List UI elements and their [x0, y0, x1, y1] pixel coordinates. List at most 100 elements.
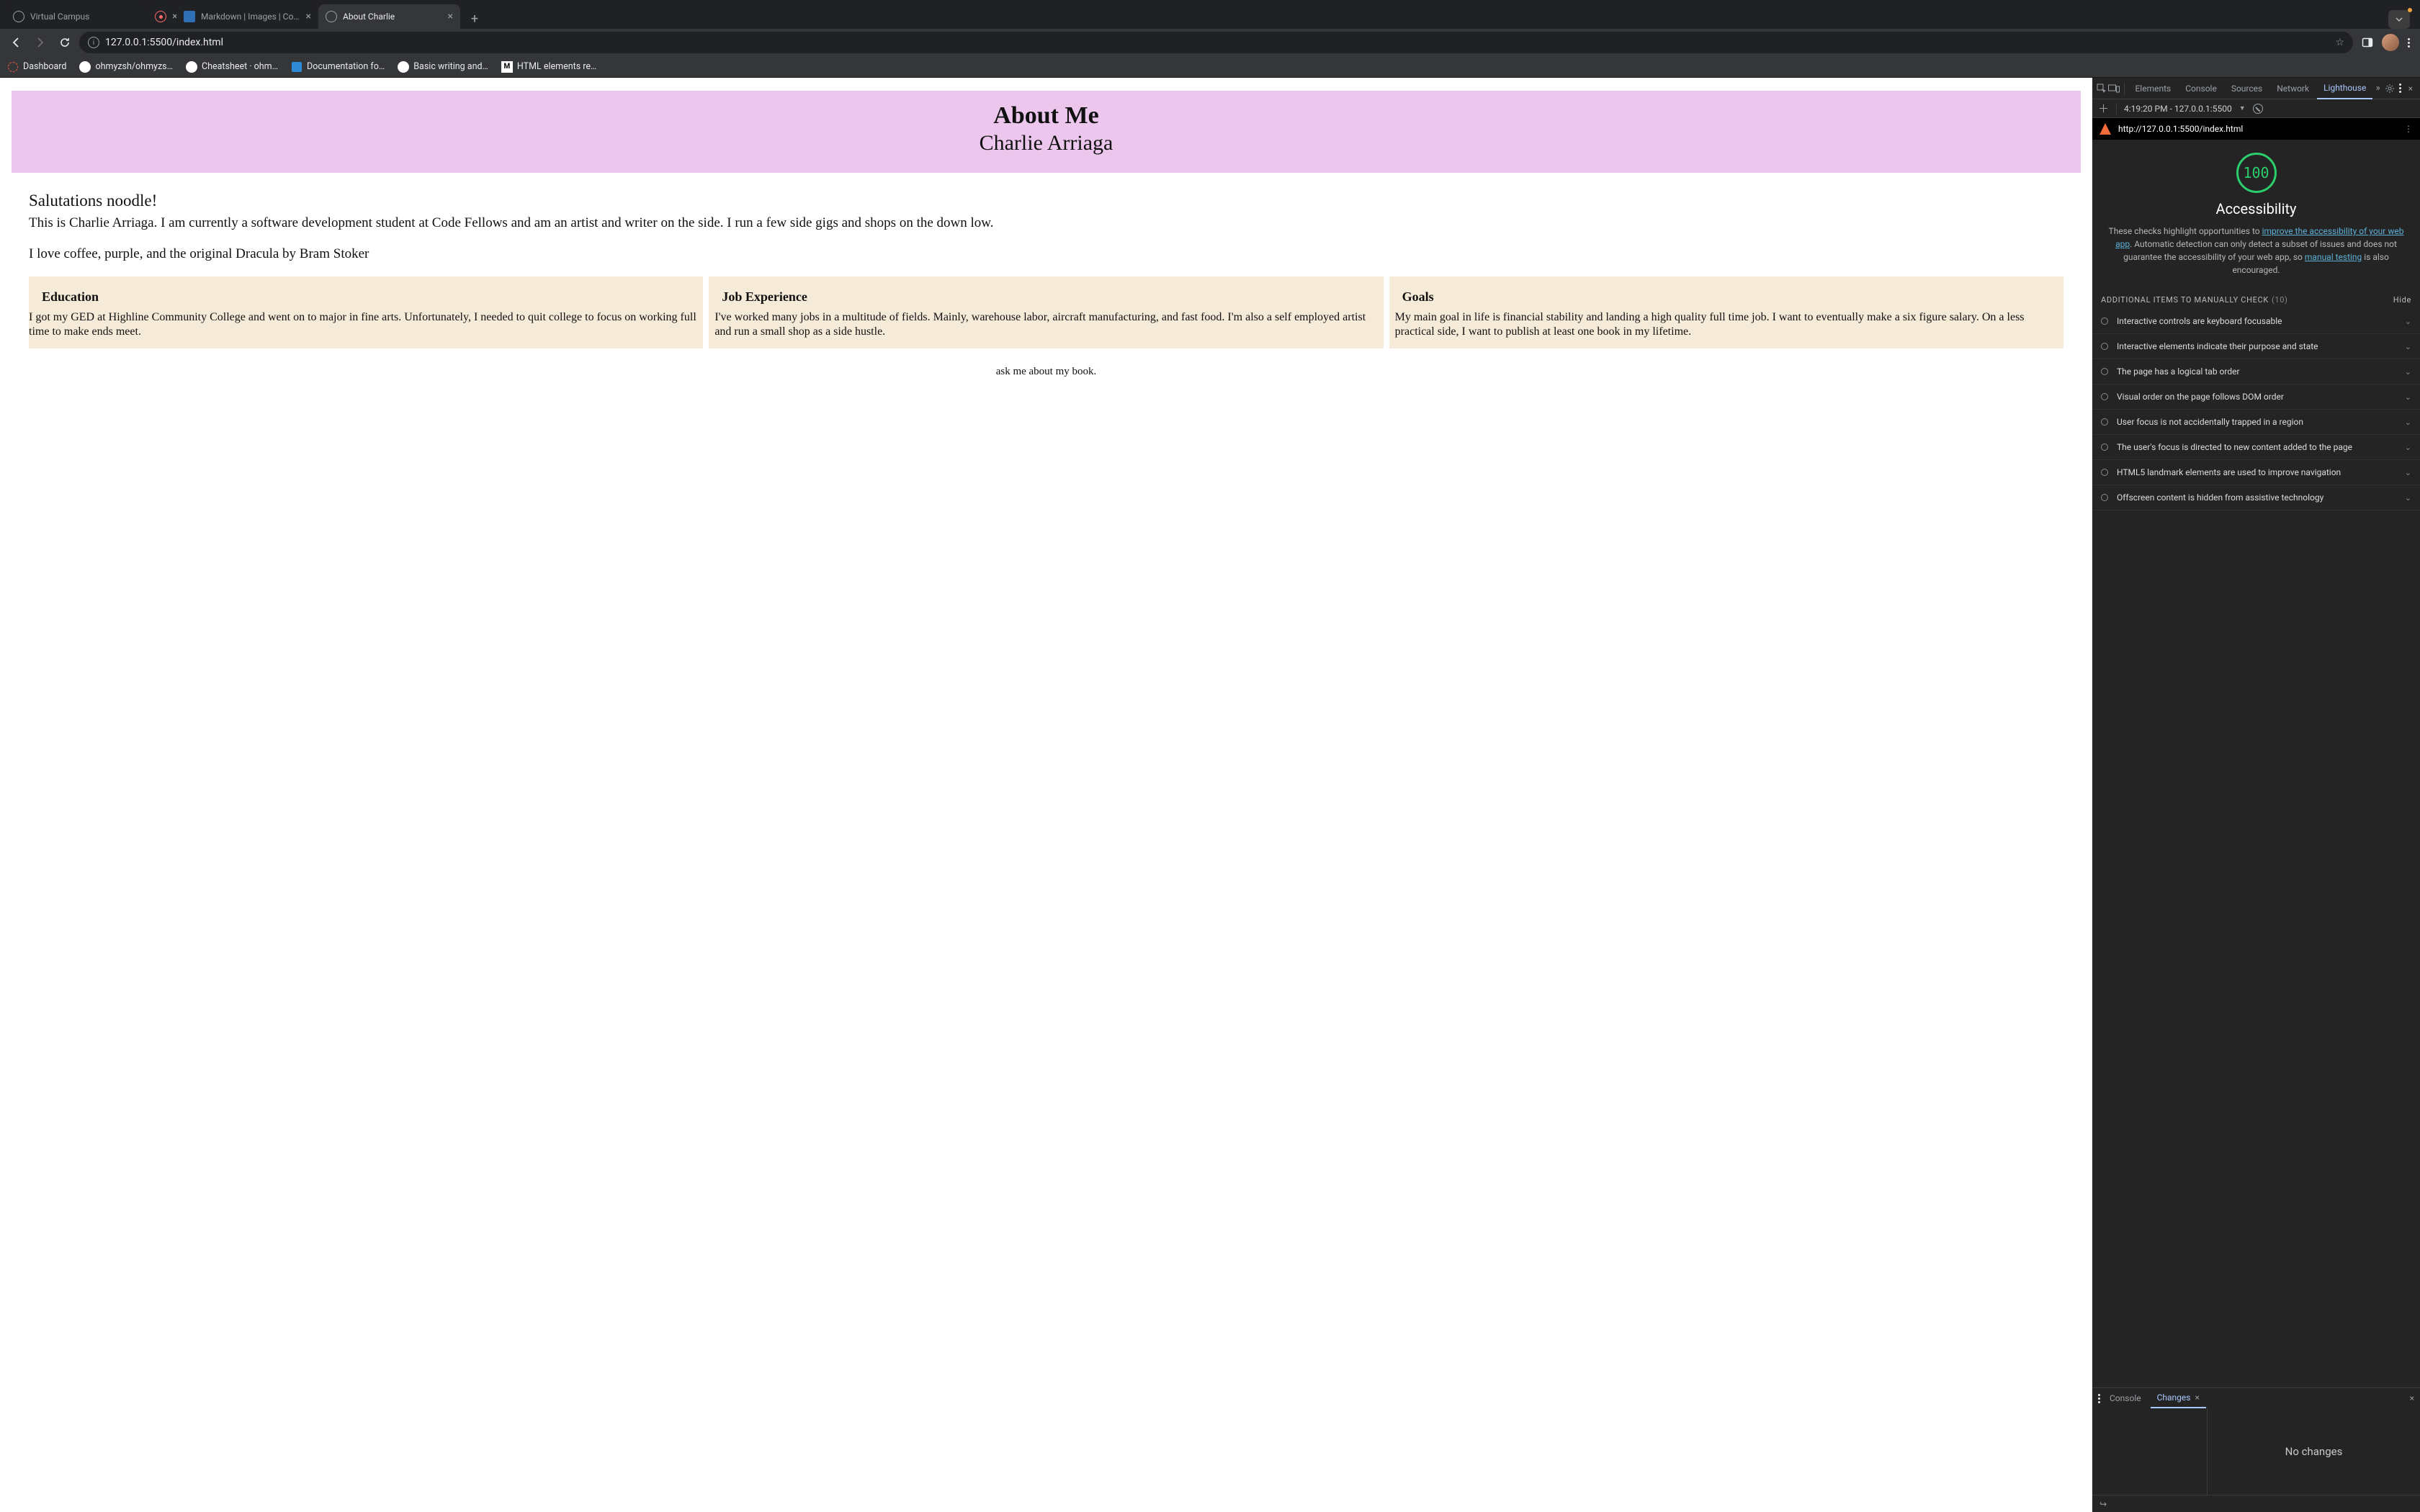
side-panel-button[interactable]: [2357, 32, 2378, 53]
changes-sidebar[interactable]: [2092, 1408, 2208, 1495]
browser-tab-active[interactable]: About Charlie ×: [318, 4, 460, 29]
report-timestamp[interactable]: 4:19:20 PM - 127.0.0.1:5500: [2124, 104, 2232, 114]
bookmark-label: Cheatsheet · ohm…: [202, 61, 278, 72]
dashboard-icon: [8, 62, 18, 72]
audit-title: Interactive controls are keyboard focusa…: [2117, 316, 2396, 326]
undo-icon[interactable]: ↩: [2099, 1499, 2107, 1509]
drawer-tab-console[interactable]: Console: [2103, 1388, 2148, 1408]
audit-title: User focus is not accidentally trapped i…: [2117, 417, 2396, 427]
new-report-button[interactable]: ＋: [2098, 101, 2109, 116]
manual-testing-link[interactable]: manual testing: [2305, 252, 2362, 262]
bookmark-label: Documentation fo…: [307, 61, 385, 72]
lighthouse-toolbar: ＋ 4:19:20 PM - 127.0.0.1:5500 ▼: [2092, 99, 2420, 118]
devtools-tab-elements[interactable]: Elements: [2128, 78, 2177, 99]
devtools-tab-console[interactable]: Console: [2179, 78, 2223, 99]
drawer-tabs: Console Changes × ×: [2092, 1388, 2420, 1408]
devtools-tabs: Elements Console Sources Network Lightho…: [2092, 78, 2420, 99]
close-icon[interactable]: ×: [306, 11, 311, 22]
audit-item[interactable]: User focus is not accidentally trapped i…: [2092, 410, 2420, 435]
drawer-menu-icon[interactable]: [2098, 1394, 2100, 1403]
back-button[interactable]: [6, 32, 26, 53]
mdn-icon: M: [501, 61, 513, 73]
chevron-down-icon: ⌄: [2405, 392, 2411, 402]
audit-title: Interactive elements indicate their purp…: [2117, 341, 2396, 351]
profile-avatar[interactable]: [2382, 34, 2399, 51]
bookmark-label: HTML elements re…: [517, 61, 597, 72]
manual-checks-header[interactable]: ADDITIONAL ITEMS TO MANUALLY CHECK (10) …: [2092, 288, 2420, 309]
audit-item[interactable]: Visual order on the page follows DOM ord…: [2092, 384, 2420, 410]
devtools-panel: Elements Console Sources Network Lightho…: [2092, 78, 2420, 1512]
browser-tab-strip: Virtual Campus × Markdown | Images | Cod…: [0, 0, 2420, 29]
audit-item[interactable]: Interactive controls are keyboard focusa…: [2092, 309, 2420, 334]
new-tab-button[interactable]: +: [465, 9, 485, 29]
browser-toolbar: i 127.0.0.1:5500/index.html ☆: [0, 29, 2420, 56]
page-viewport[interactable]: About Me Charlie Arriaga Salutations noo…: [0, 78, 2092, 1512]
clear-icon[interactable]: [2253, 104, 2263, 114]
category-description: These checks highlight opportunities to …: [2101, 225, 2411, 276]
chevron-down-icon: ⌄: [2405, 443, 2411, 452]
search-tabs-button[interactable]: [2388, 10, 2410, 29]
hide-button[interactable]: Hide: [2393, 295, 2411, 305]
github-icon: [398, 61, 409, 73]
chevron-down-icon: [2395, 15, 2403, 24]
status-dot-icon: [2101, 494, 2108, 501]
devtools-tab-network[interactable]: Network: [2270, 78, 2316, 99]
audit-list: Interactive controls are keyboard focusa…: [2092, 309, 2420, 510]
document-icon: [184, 11, 195, 22]
bookmark-item[interactable]: Basic writing and…: [398, 61, 488, 73]
browser-menu-button[interactable]: [2403, 38, 2414, 48]
devtools-menu-icon[interactable]: [2396, 81, 2404, 96]
settings-gear-icon[interactable]: [2385, 81, 2395, 96]
status-dot-icon: [2101, 318, 2108, 325]
bookmark-item[interactable]: Cheatsheet · ohm…: [186, 61, 278, 73]
report-menu-icon[interactable]: ⋮: [2404, 124, 2413, 134]
bookmark-label: ohmyzsh/ohmyzs…: [95, 61, 173, 72]
more-tabs-icon[interactable]: »: [2374, 81, 2382, 96]
banner-subtitle: Charlie Arriaga: [19, 131, 2074, 156]
card-education: Education I got my GED at Highline Commu…: [29, 276, 703, 348]
drawer-tab-changes[interactable]: Changes ×: [2151, 1388, 2206, 1408]
browser-tab[interactable]: Virtual Campus: [6, 4, 148, 29]
status-dot-icon: [2101, 343, 2108, 350]
site-info-icon[interactable]: i: [88, 37, 99, 48]
card-job-experience: Job Experience I've worked many jobs in …: [709, 276, 1383, 348]
bookmark-item[interactable]: ohmyzsh/ohmyzs…: [79, 61, 173, 73]
device-toggle-icon[interactable]: [2108, 81, 2120, 96]
bookmark-item[interactable]: M HTML elements re…: [501, 61, 597, 73]
no-changes-text: No changes: [2285, 1445, 2343, 1458]
score-gauge: 100: [2236, 153, 2277, 193]
dropdown-caret-icon[interactable]: ▼: [2239, 104, 2246, 112]
bookmark-star-icon[interactable]: ☆: [2335, 37, 2344, 48]
page-banner: About Me Charlie Arriaga: [12, 91, 2081, 173]
bookmark-item[interactable]: Dashboard: [7, 61, 66, 73]
close-drawer-button[interactable]: ×: [2410, 1393, 2414, 1403]
forward-button[interactable]: [30, 32, 50, 53]
audit-item[interactable]: HTML5 landmark elements are used to impr…: [2092, 460, 2420, 485]
address-bar[interactable]: i 127.0.0.1:5500/index.html ☆: [79, 32, 2353, 53]
banner-title: About Me: [19, 102, 2074, 130]
browser-tab[interactable]: ×: [148, 4, 176, 29]
devtools-tab-sources[interactable]: Sources: [2225, 78, 2269, 99]
update-indicator-icon: [2408, 8, 2412, 12]
close-devtools-button[interactable]: ×: [2406, 84, 2416, 94]
card-body: I got my GED at Highline Community Colle…: [29, 310, 697, 338]
audit-item[interactable]: Interactive elements indicate their purp…: [2092, 334, 2420, 359]
page-footer-text: ask me about my book.: [12, 366, 2081, 378]
coffee-text: I love coffee, purple, and the original …: [29, 246, 2063, 262]
audit-item[interactable]: Offscreen content is hidden from assisti…: [2092, 485, 2420, 510]
close-icon[interactable]: ×: [2195, 1392, 2199, 1403]
tab-title: Markdown | Images | Codeca: [201, 12, 300, 22]
header-count: (10): [2272, 295, 2288, 305]
browser-tab[interactable]: Markdown | Images | Codeca ×: [176, 4, 318, 29]
devtools-tab-lighthouse[interactable]: Lighthouse: [2317, 78, 2372, 99]
tab-title: Virtual Campus: [30, 12, 140, 22]
chevron-down-icon: ⌄: [2405, 468, 2411, 477]
audit-item[interactable]: The user's focus is directed to new cont…: [2092, 435, 2420, 460]
close-icon[interactable]: ×: [448, 11, 453, 22]
reload-button[interactable]: [55, 32, 75, 53]
cards-row: Education I got my GED at Highline Commu…: [29, 276, 2063, 348]
bookmark-item[interactable]: Documentation fo…: [291, 61, 385, 73]
audit-item[interactable]: The page has a logical tab order⌄: [2092, 359, 2420, 384]
changes-content: No changes: [2208, 1408, 2420, 1495]
inspect-element-icon[interactable]: [2097, 81, 2107, 96]
